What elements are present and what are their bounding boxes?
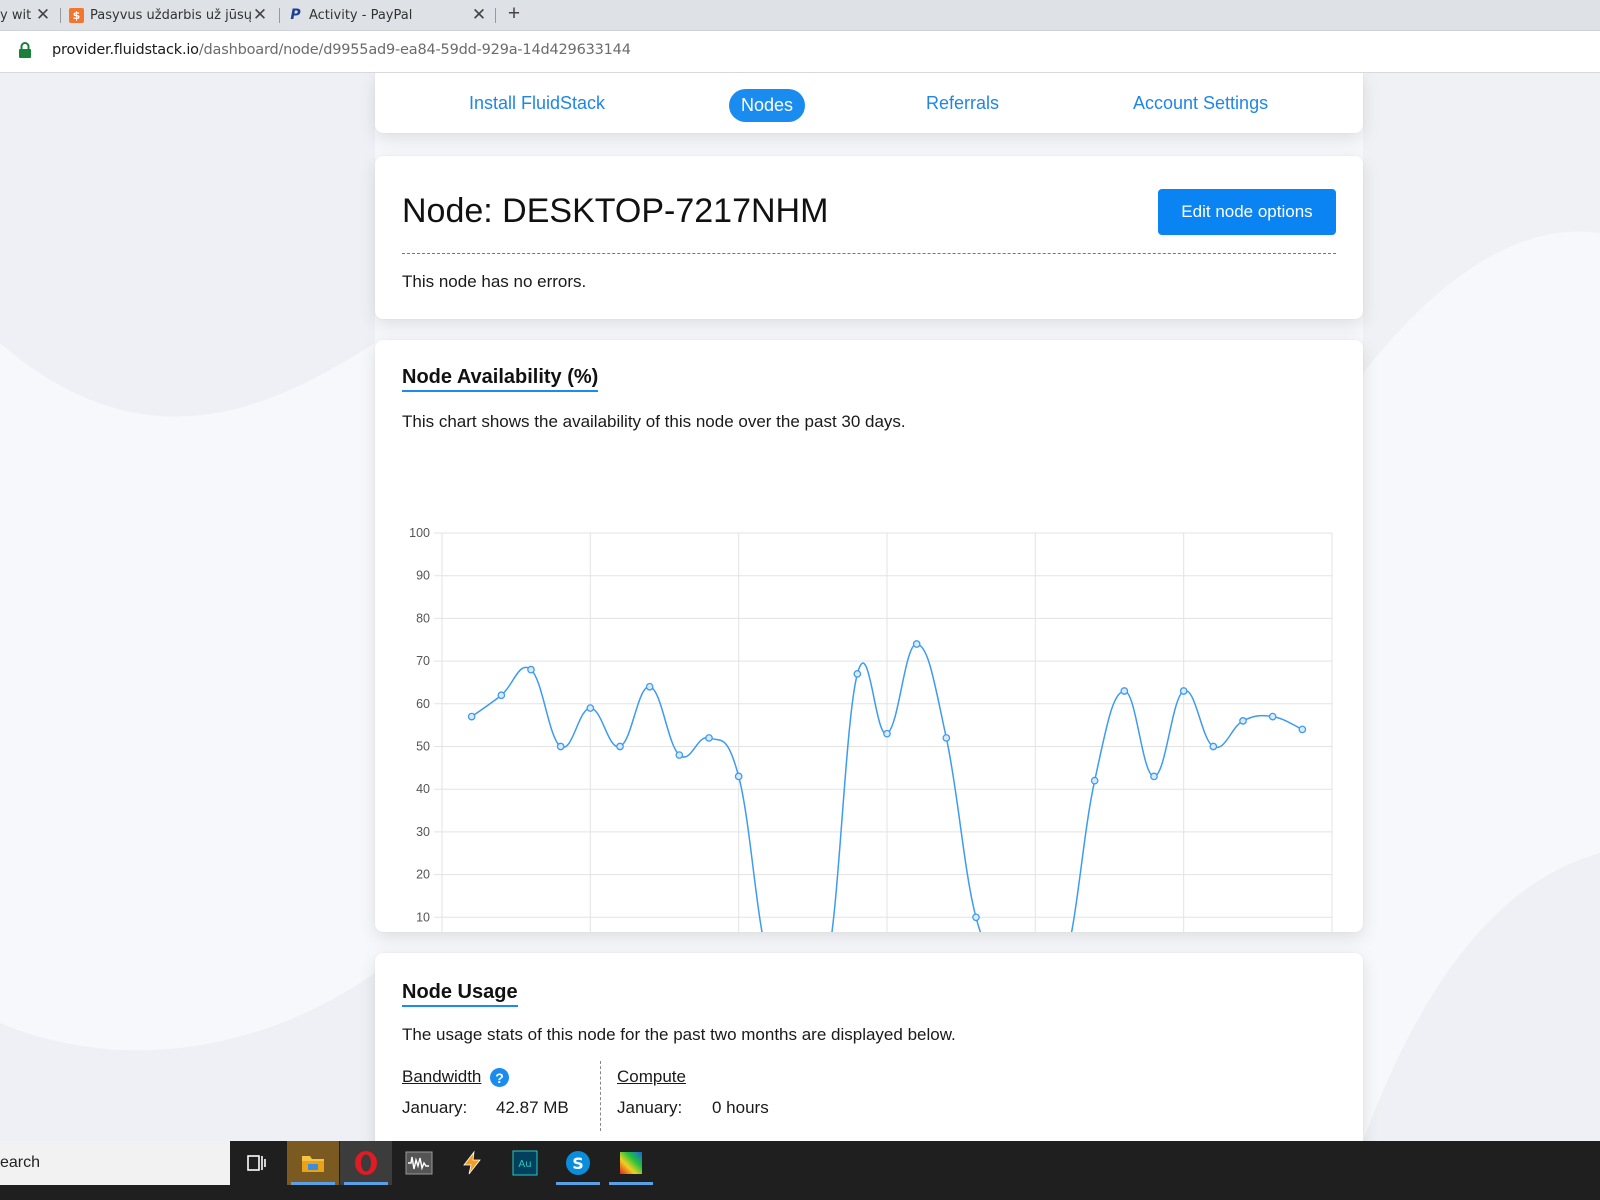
taskbar-search-box[interactable]: earch xyxy=(0,1141,230,1185)
usage-title: Node Usage xyxy=(402,981,518,1007)
audio-wave-app-icon[interactable] xyxy=(393,1141,445,1185)
tab-title: Activity - PayPal xyxy=(309,7,413,23)
skype-icon[interactable]: S xyxy=(552,1141,604,1185)
data-point xyxy=(616,742,624,751)
screen-bottom-edge xyxy=(0,1185,1600,1200)
usage-card: Node Usage The usage stats of this node … xyxy=(375,953,1363,1141)
data-point xyxy=(497,691,506,700)
y-tick-label: 60 xyxy=(416,697,430,711)
close-tab-icon[interactable]: ✕ xyxy=(34,0,52,30)
y-tick-label: 10 xyxy=(416,910,430,924)
color-app-icon[interactable] xyxy=(605,1141,657,1185)
tab-title: y wit xyxy=(0,7,32,23)
data-point xyxy=(1150,772,1158,781)
data-point xyxy=(1120,687,1129,695)
nav-install-fluidstack[interactable]: Install FluidStack xyxy=(469,93,605,114)
y-tick-label: 100 xyxy=(409,526,430,540)
url-host: provider.fluidstack.io xyxy=(52,42,199,58)
stats-divider xyxy=(600,1061,601,1131)
bandwidth-heading[interactable]: Bandwidth xyxy=(402,1067,481,1087)
data-point xyxy=(556,742,565,751)
tab-separator xyxy=(279,8,280,23)
address-bar[interactable]: provider.fluidstack.io/dashboard/node/d9… xyxy=(0,31,1600,73)
y-tick-label: 70 xyxy=(416,654,430,668)
bolt-app-icon[interactable] xyxy=(446,1141,498,1185)
svg-text:Au: Au xyxy=(518,1159,531,1170)
data-point xyxy=(912,640,921,648)
y-tick-label: 90 xyxy=(416,569,430,583)
edit-node-options-button[interactable]: Edit node options xyxy=(1158,189,1336,235)
bandwidth-month-label: January: xyxy=(402,1098,468,1117)
data-point xyxy=(705,734,713,742)
page-content: Install FluidStack Nodes Referrals Accou… xyxy=(0,73,1600,1141)
data-point xyxy=(1179,687,1188,695)
data-point xyxy=(972,913,980,922)
help-icon[interactable]: ? xyxy=(490,1068,509,1087)
url-text[interactable]: provider.fluidstack.io/dashboard/node/d9… xyxy=(52,42,631,58)
bandwidth-value: 42.87 MB xyxy=(496,1098,569,1117)
compute-value: 0 hours xyxy=(712,1098,769,1117)
data-point xyxy=(645,682,654,691)
availability-card: Node Availability (%) This chart shows t… xyxy=(375,340,1363,932)
node-status-text: This node has no errors. xyxy=(402,272,587,291)
close-tab-icon[interactable]: ✕ xyxy=(251,0,269,30)
nav-referrals[interactable]: Referrals xyxy=(926,93,999,114)
data-point xyxy=(734,772,743,781)
tab-title: Pasyvus uždarbis už jūsų ne xyxy=(90,7,269,23)
data-point xyxy=(883,729,891,738)
nav-nodes[interactable]: Nodes xyxy=(729,89,806,122)
data-point xyxy=(527,665,535,674)
task-view-icon[interactable] xyxy=(231,1141,283,1185)
search-text: earch xyxy=(0,1154,41,1171)
svg-text:S: S xyxy=(572,1154,584,1173)
node-header-card: Node: DESKTOP-7217NHM Edit node options … xyxy=(375,156,1363,319)
browser-tab-bar: y wit ✕ $ Pasyvus uždarbis už jūsų ne ✕ … xyxy=(0,0,1600,31)
new-tab-button[interactable]: + xyxy=(503,0,525,28)
browser-tab[interactable]: y wit ✕ xyxy=(0,0,52,30)
divider xyxy=(402,253,1336,254)
nav-account-settings[interactable]: Account Settings xyxy=(1133,93,1268,114)
data-point xyxy=(942,734,951,742)
data-point xyxy=(675,751,684,759)
file-explorer-icon[interactable] xyxy=(287,1141,339,1185)
opera-icon[interactable] xyxy=(340,1141,392,1185)
tab-separator xyxy=(60,8,61,23)
lock-icon xyxy=(19,42,31,58)
data-point xyxy=(1090,776,1099,785)
compute-month-label: January: xyxy=(617,1098,683,1117)
data-point xyxy=(1239,717,1247,725)
data-point xyxy=(586,704,595,712)
y-tick-label: 20 xyxy=(416,868,430,882)
paypal-favicon-icon: P xyxy=(290,7,301,23)
browser-tab[interactable]: $ Pasyvus uždarbis už jūsų ne ✕ xyxy=(69,0,269,30)
url-path: /dashboard/node/d9955ad9-ea84-59dd-929a-… xyxy=(198,42,631,58)
windows-taskbar: earch Au S xyxy=(0,1141,1600,1185)
data-point xyxy=(1209,742,1218,751)
y-tick-label: 30 xyxy=(416,825,430,839)
node-title: Node: DESKTOP-7217NHM xyxy=(402,192,829,230)
data-point xyxy=(1298,725,1307,734)
close-tab-icon[interactable]: ✕ xyxy=(470,0,488,30)
compute-heading[interactable]: Compute xyxy=(617,1067,686,1087)
site-favicon-icon: $ xyxy=(69,7,84,23)
browser-tab[interactable]: P Activity - PayPal ✕ xyxy=(288,0,488,30)
adobe-audition-icon[interactable]: Au xyxy=(499,1141,551,1185)
y-tick-label: 40 xyxy=(416,782,430,796)
top-navigation: Install FluidStack Nodes Referrals Accou… xyxy=(375,73,1363,133)
data-point xyxy=(1268,712,1277,721)
usage-description: The usage stats of this node for the pas… xyxy=(402,1025,956,1044)
availability-chart: 0102030405060708090100Dec 20Dec 25Dec 30… xyxy=(409,526,1333,932)
data-point xyxy=(853,670,862,678)
data-point xyxy=(467,712,476,721)
tab-separator xyxy=(495,8,496,23)
y-tick-label: 50 xyxy=(416,740,430,754)
y-tick-label: 80 xyxy=(416,611,430,625)
